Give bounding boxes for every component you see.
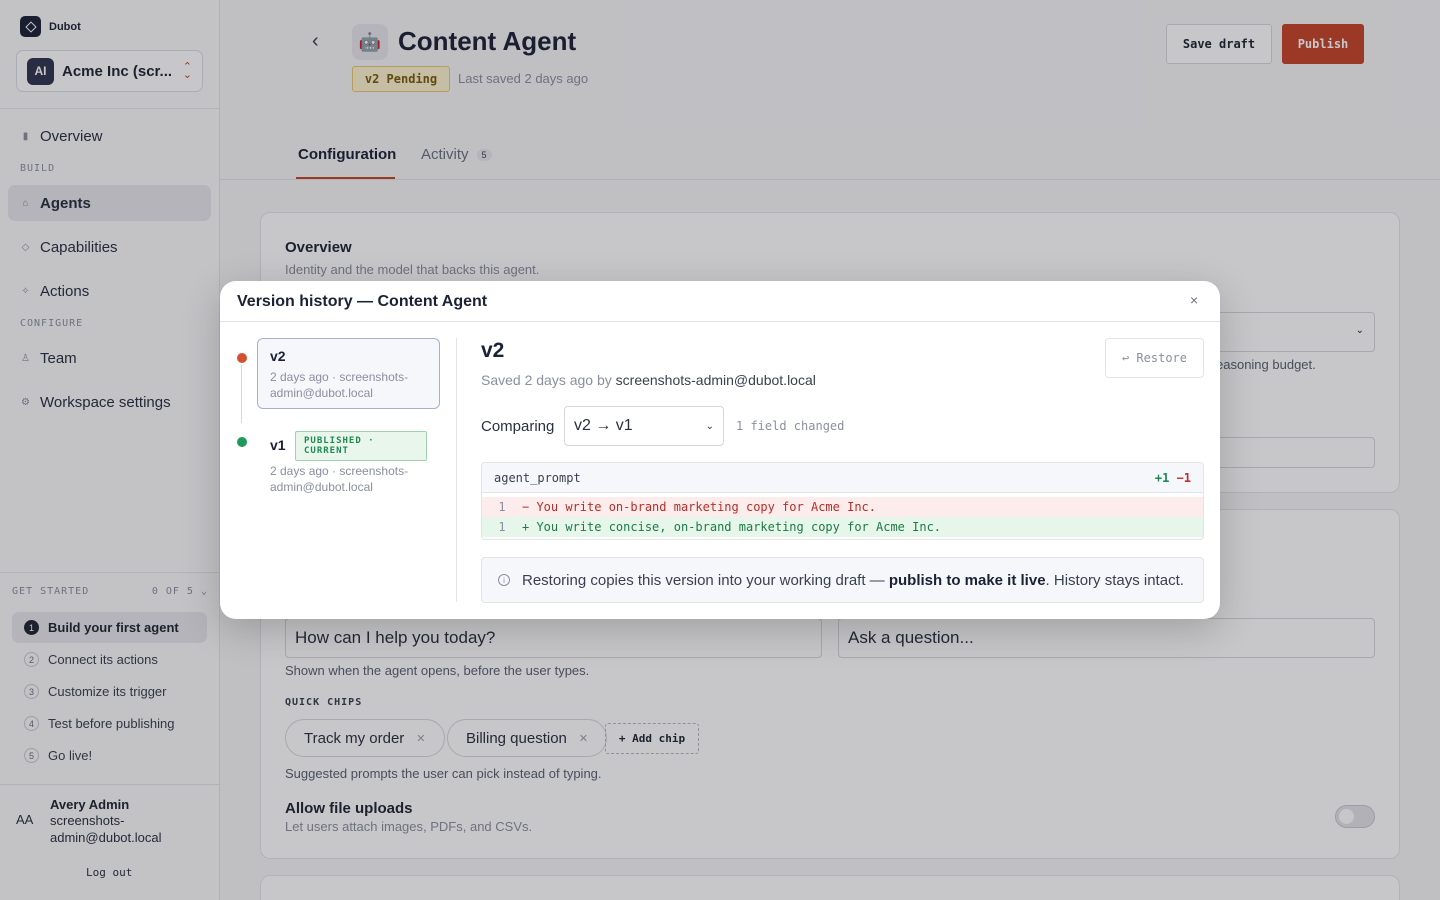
compare-value: v2 → v1 [574,417,633,434]
version-meta: 2 days ago · screenshots-admin@dubot.loc… [270,464,409,494]
selected-version-title: v2 [481,339,505,362]
diff-line-added: 1 + You write concise, on-brand marketin… [482,517,1203,537]
line-text: − You write on-brand marketing copy for … [522,500,877,514]
close-icon[interactable]: × [1190,292,1198,308]
diff-stats: +1 −1 [1154,471,1191,485]
diff-panel: agent_prompt +1 −1 1 − You write on-bran… [481,462,1204,540]
modal-title: Version history — Content Agent [237,293,488,310]
comparing-label: Comparing [481,418,555,435]
compare-select[interactable]: v2 → v1 ⌄ [564,406,724,446]
changed-count: 1 field changed [736,419,845,433]
diff-line-removed: 1 − You write on-brand marketing copy fo… [482,497,1203,517]
version-meta: 2 days ago · screenshots-admin@dubot.loc… [270,370,409,400]
restore-button[interactable]: ↩ Restore [1105,338,1204,378]
selected-version-saved: Saved 2 days ago by screenshots-admin@du… [481,372,816,388]
diff-header: agent_prompt +1 −1 [482,463,1203,493]
info-text: Restoring copies this version into your … [522,571,1184,589]
version-history-modal: Version history — Content Agent × v2 2 d… [220,281,1220,619]
divider [456,338,457,602]
divider [220,321,1220,322]
line-number: 1 [498,520,506,534]
timeline-line [241,365,242,423]
chevron-down-icon: ⌄ [705,421,714,432]
diff-field-name: agent_prompt [494,471,581,485]
restore-info-banner: i Restoring copies this version into you… [481,557,1204,603]
status-dot [237,437,247,447]
line-number: 1 [498,500,506,514]
published-badge: PUBLISHED · CURRENT [295,431,427,461]
status-dot [237,353,247,363]
version-name: v2 [270,348,286,364]
line-text: + You write concise, on-brand marketing … [522,520,942,534]
info-icon: i [498,574,510,586]
version-name[interactable]: v1 [270,437,286,453]
